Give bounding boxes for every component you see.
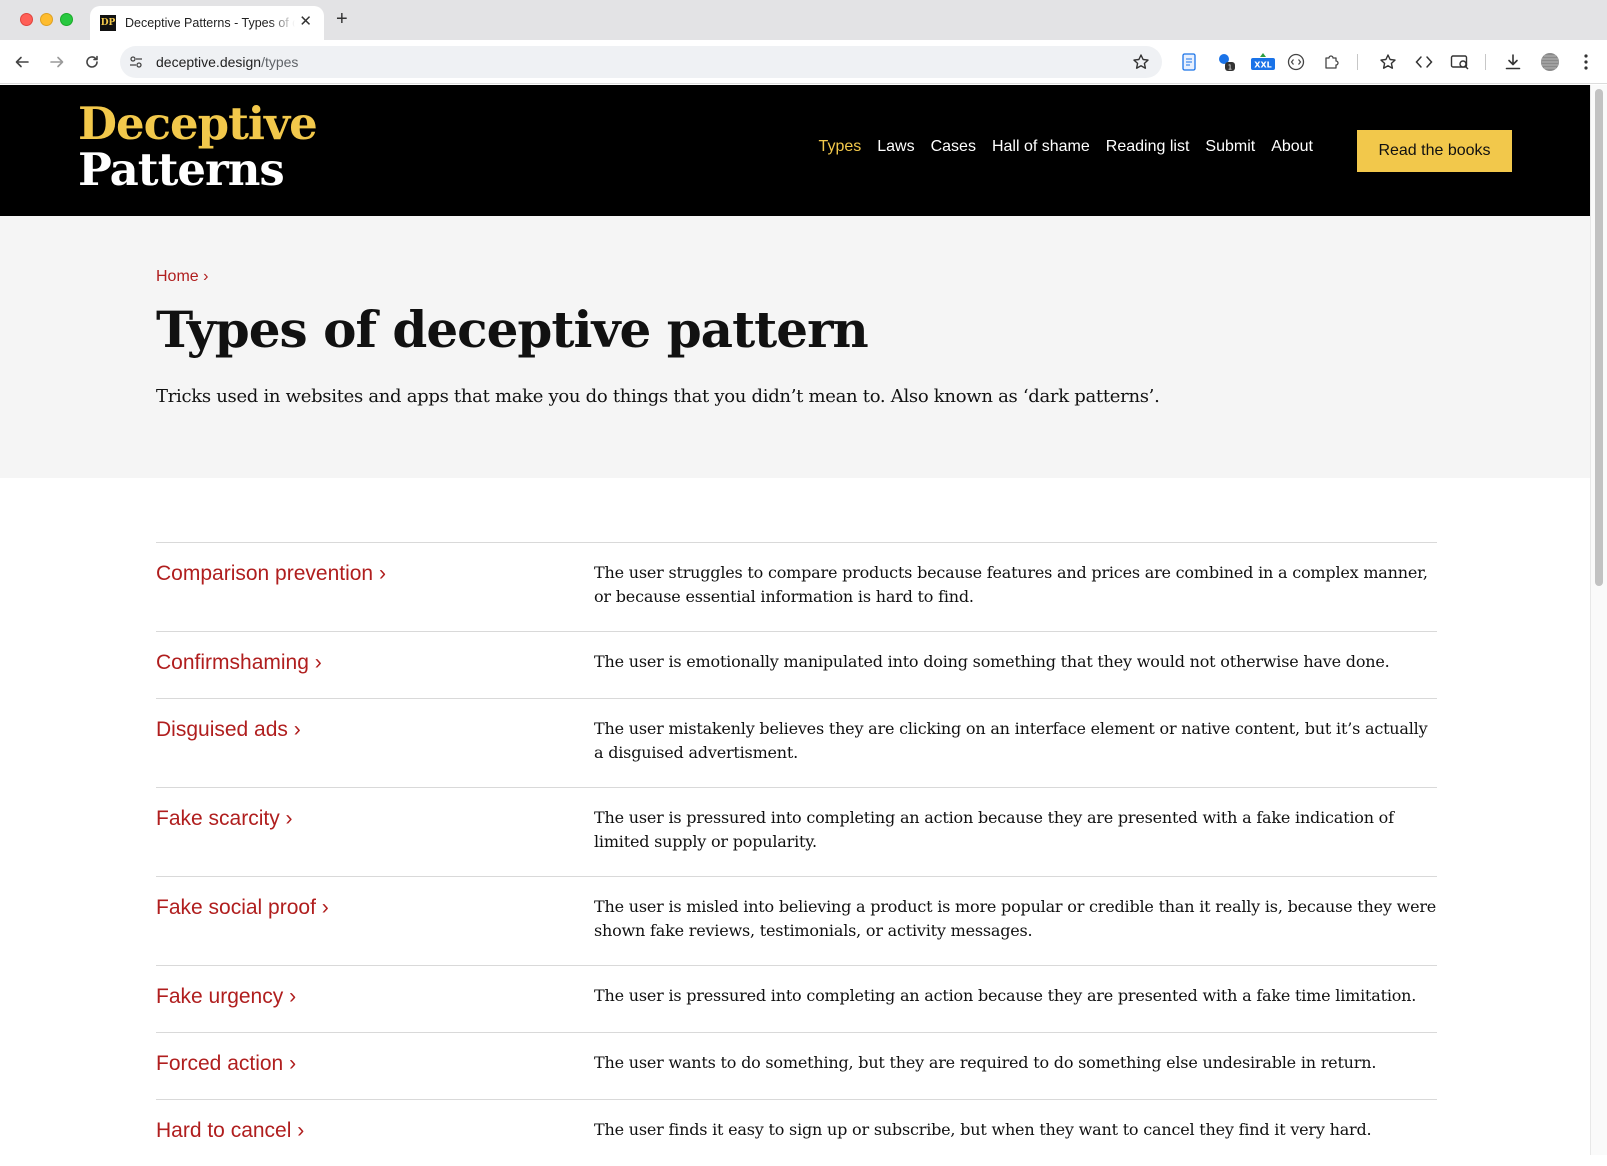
close-window-button[interactable] [20, 13, 33, 26]
url-host: deceptive.design [156, 54, 262, 70]
type-description: The user is emotionally manipulated into… [594, 652, 1390, 671]
favorites-star-icon[interactable] [1378, 52, 1398, 72]
type-link-fake-social-proof[interactable]: Fake social proof › [156, 895, 594, 943]
extension-badge-count: 1 [1228, 64, 1232, 72]
document-extension-icon[interactable] [1179, 52, 1199, 72]
logo-line-patterns: Patterns [78, 143, 285, 196]
logo-line-deceptive: Deceptive [78, 97, 318, 150]
type-link-fake-urgency[interactable]: Fake urgency › [156, 984, 594, 1010]
browser-titlebar: DP Deceptive Patterns - Types of decepti… [0, 0, 1607, 40]
type-link-confirmshaming[interactable]: Confirmshaming › [156, 650, 594, 676]
nav-link-types[interactable]: Types [819, 138, 862, 156]
back-arrow-icon[interactable] [10, 50, 34, 74]
new-tab-icon[interactable]: + [336, 9, 348, 29]
page-hero: Home › Types of deceptive pattern Tricks… [0, 216, 1590, 478]
type-link-forced-action[interactable]: Forced action › [156, 1051, 594, 1077]
type-link-fake-scarcity[interactable]: Fake scarcity › [156, 806, 594, 854]
list-item: Confirmshaming › The user is emotionally… [156, 631, 1437, 698]
page-subtitle: Tricks used in websites and apps that ma… [156, 386, 1160, 407]
maximize-window-button[interactable] [60, 13, 73, 26]
xxl-extension-icon[interactable]: XXL [1250, 52, 1276, 72]
browser-menu-kebab-icon[interactable] [1576, 52, 1596, 72]
url-text: deceptive.design/types [156, 54, 298, 70]
nav-link-hall-of-shame[interactable]: Hall of shame [992, 138, 1090, 156]
browser-toolbar: deceptive.design/types 1 XXL [0, 40, 1607, 84]
list-item: Hard to cancel › The user finds it easy … [156, 1099, 1437, 1166]
toolbar-divider [1485, 54, 1486, 70]
site-settings-icon[interactable] [128, 54, 144, 70]
nav-link-about[interactable]: About [1271, 138, 1313, 156]
type-link-hard-to-cancel[interactable]: Hard to cancel › [156, 1118, 594, 1144]
site-favicon-icon: DP [100, 15, 116, 31]
xxl-badge-text: XXL [1254, 61, 1271, 70]
type-link-disguised-ads[interactable]: Disguised ads › [156, 717, 594, 765]
scrollbar-thumb[interactable] [1595, 89, 1603, 586]
reload-icon[interactable] [80, 50, 104, 74]
list-item: Disguised ads › The user mistakenly beli… [156, 698, 1437, 787]
list-item: Fake urgency › The user is pressured int… [156, 965, 1437, 1032]
page-title: Types of deceptive pattern [156, 300, 869, 359]
tab-title: Deceptive Patterns - Types of deceptive … [125, 16, 295, 30]
nav-link-reading-list[interactable]: Reading list [1106, 138, 1190, 156]
type-description: The user is pressured into completing an… [594, 808, 1394, 851]
minimize-window-button[interactable] [40, 13, 53, 26]
tab-search-icon[interactable] [1450, 52, 1470, 72]
nav-link-laws[interactable]: Laws [877, 138, 914, 156]
type-description: The user is pressured into completing an… [594, 986, 1417, 1005]
code-brackets-icon[interactable] [1414, 52, 1434, 72]
site-header: Deceptive Patterns Types Laws Cases Hall… [0, 85, 1590, 216]
browser-tab-active[interactable]: DP Deceptive Patterns - Types of decepti… [90, 6, 324, 40]
type-description: The user struggles to compare products b… [594, 563, 1428, 606]
toolbar-divider [1357, 54, 1358, 70]
type-description: The user is misled into believing a prod… [594, 897, 1437, 940]
list-item: Forced action › The user wants to do som… [156, 1032, 1437, 1099]
types-list: Comparison prevention › The user struggl… [156, 542, 1437, 1166]
forward-arrow-icon[interactable] [45, 50, 69, 74]
type-description: The user wants to do something, but they… [594, 1053, 1377, 1072]
breadcrumb-home-link[interactable]: Home › [156, 268, 208, 286]
nav-link-submit[interactable]: Submit [1205, 138, 1255, 156]
profile-avatar-icon[interactable] [1540, 52, 1560, 72]
download-icon[interactable] [1503, 52, 1523, 72]
extensions-puzzle-icon[interactable] [1322, 52, 1342, 72]
bookmark-star-icon[interactable] [1132, 53, 1150, 71]
url-path: /types [261, 54, 299, 70]
list-item: Fake social proof › The user is misled i… [156, 876, 1437, 965]
main-navigation: Types Laws Cases Hall of shame Reading l… [819, 138, 1313, 156]
site-logo[interactable]: Deceptive Patterns [78, 97, 318, 196]
badge-extension-icon[interactable]: 1 [1216, 52, 1236, 72]
type-description: The user mistakenly believes they are cl… [594, 719, 1428, 762]
page-scrollbar[interactable] [1590, 85, 1607, 1155]
list-item: Fake scarcity › The user is pressured in… [156, 787, 1437, 876]
read-the-books-button[interactable]: Read the books [1357, 130, 1512, 172]
type-description: The user finds it easy to sign up or sub… [594, 1120, 1372, 1139]
nav-link-cases[interactable]: Cases [931, 138, 976, 156]
type-link-comparison-prevention[interactable]: Comparison prevention › [156, 561, 594, 609]
code-circle-extension-icon[interactable] [1286, 52, 1306, 72]
close-tab-icon[interactable]: ✕ [299, 14, 312, 30]
address-bar[interactable]: deceptive.design/types [120, 46, 1162, 78]
list-item: Comparison prevention › The user struggl… [156, 542, 1437, 631]
